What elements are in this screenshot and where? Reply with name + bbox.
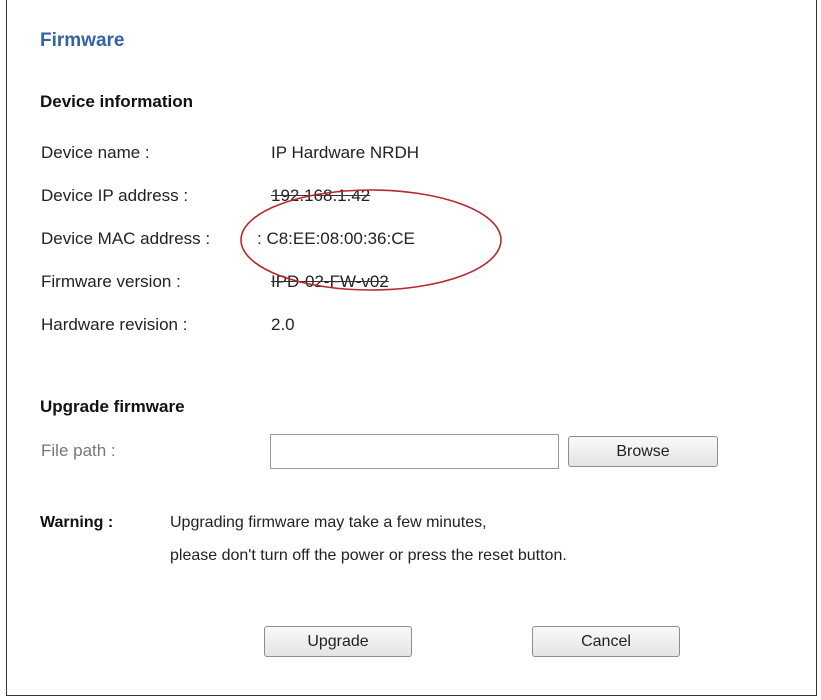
hardware-revision-label: Hardware revision : — [41, 315, 188, 334]
hardware-revision-value: 2.0 — [271, 315, 295, 334]
browse-button[interactable]: Browse — [568, 436, 718, 467]
warning-text-line-1: Upgrading firmware may take a few minute… — [170, 514, 487, 531]
device-ip-label: Device IP address : — [41, 186, 189, 205]
device-mac-label: Device MAC address : — [41, 229, 211, 248]
upgrade-button[interactable]: Upgrade — [264, 626, 412, 657]
file-path-input[interactable] — [270, 434, 559, 469]
page-title: Firmware — [40, 30, 125, 51]
upgrade-heading: Upgrade firmware — [40, 397, 185, 416]
file-path-label: File path : — [41, 441, 116, 460]
warning-label: Warning : — [40, 514, 114, 531]
cancel-button[interactable]: Cancel — [532, 626, 680, 657]
device-name-label: Device name : — [41, 143, 150, 162]
device-info-heading: Device information — [40, 92, 194, 111]
device-name-value: IP Hardware NRDH — [271, 143, 420, 162]
warning-text-line-2: please don't turn off the power or press… — [170, 547, 567, 564]
firmware-version-label: Firmware version : — [41, 272, 181, 291]
device-ip-value: 192.168.1.42 — [271, 186, 371, 205]
firmware-version-value: IPD-02-FW-v02 — [271, 272, 389, 291]
device-mac-value: : C8:EE:08:00:36:CE — [257, 229, 415, 248]
